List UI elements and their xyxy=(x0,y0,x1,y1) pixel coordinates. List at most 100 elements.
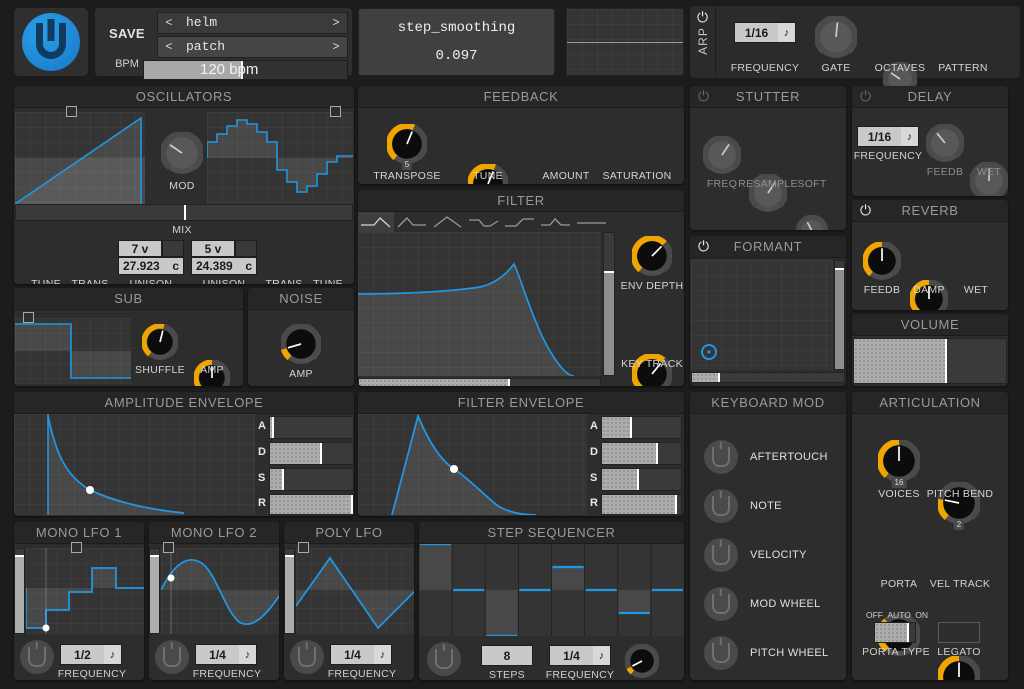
mono-lfo-1-frequency-box[interactable]: 1/2 ♪ xyxy=(60,644,122,665)
volume-slider[interactable] xyxy=(853,338,1007,384)
osc2-unison-toggle[interactable] xyxy=(235,240,257,257)
stutter-soft-knob[interactable] xyxy=(796,215,828,230)
mono-lfo-1-waveform[interactable] xyxy=(26,548,144,634)
osc1-unison-detune[interactable]: 27.923 c xyxy=(118,257,184,275)
mono-lfo-1-note-icon[interactable]: ♪ xyxy=(104,645,121,664)
filter-env-decay-slider[interactable] xyxy=(601,442,682,465)
filter-env-release-slider[interactable] xyxy=(601,494,682,515)
sub-shuffle-knob[interactable] xyxy=(142,324,178,360)
formant-horizontal-slider[interactable] xyxy=(691,372,845,383)
keyboard-mod-mod-wheel[interactable]: MOD WHEEL xyxy=(704,587,821,621)
step-sequencer-grid[interactable] xyxy=(419,544,684,636)
step-sequencer-note-icon[interactable]: ♪ xyxy=(593,646,610,665)
filter-type-bandpass-icon[interactable] xyxy=(430,212,466,232)
osc1-unison-toggle[interactable] xyxy=(162,240,184,257)
step-sequencer-smoothing-knob[interactable] xyxy=(625,644,659,678)
mono-lfo-2-frequency-box[interactable]: 1/4 ♪ xyxy=(195,644,257,665)
reverb-feedback-knob[interactable] xyxy=(863,242,901,280)
filter-type-band-shelf-icon[interactable] xyxy=(538,212,574,232)
keyboard-mod-pitch-wheel[interactable]: PITCH WHEEL xyxy=(704,636,828,670)
filter-envelope-graph[interactable] xyxy=(358,414,587,515)
stutter-freq-knob[interactable] xyxy=(703,136,741,174)
aftertouch-mod-source-icon[interactable] xyxy=(704,440,738,474)
patch-next-button[interactable]: > xyxy=(325,37,347,57)
stutter-power-icon[interactable]: ⏻ xyxy=(696,89,711,104)
mono-lfo-2-mod-source[interactable] xyxy=(155,640,189,674)
poly-lfo-amp-slider[interactable] xyxy=(284,548,295,634)
save-button[interactable]: SAVE xyxy=(101,24,153,44)
legato-toggle[interactable] xyxy=(938,622,980,643)
keyboard-mod-aftertouch[interactable]: AFTERTOUCH xyxy=(704,440,828,474)
amp-env-decay-slider[interactable] xyxy=(269,442,354,465)
filter-type-lowpass-12db-icon[interactable] xyxy=(358,212,394,232)
filter-cutoff-slider[interactable] xyxy=(358,378,601,386)
poly-lfo-frequency-box[interactable]: 1/4 ♪ xyxy=(330,644,392,665)
arp-gate-knob[interactable] xyxy=(815,16,857,58)
note-mod-source-icon[interactable] xyxy=(704,489,738,523)
amplitude-envelope-graph[interactable] xyxy=(14,414,255,515)
amp-env-sustain-slider[interactable] xyxy=(269,468,354,491)
mono-lfo-1-amp-slider[interactable] xyxy=(14,548,25,634)
step-sequencer-frequency-box[interactable]: 1/4 ♪ xyxy=(549,645,611,666)
osc1-waveform[interactable] xyxy=(15,112,145,204)
mod-wheel-mod-source-icon[interactable] xyxy=(704,587,738,621)
filter-type-highpass-icon[interactable] xyxy=(394,212,430,232)
filter-type-low-shelf-icon[interactable] xyxy=(466,212,502,232)
filter-env-depth-knob[interactable] xyxy=(632,236,672,276)
mono-lfo-2-note-icon[interactable]: ♪ xyxy=(239,645,256,664)
patch-prev-button[interactable]: < xyxy=(158,37,180,57)
arp-frequency-box[interactable]: 1/16 ♪ xyxy=(734,22,796,43)
amp-env-release-slider[interactable] xyxy=(269,494,354,515)
osc-mix-slider[interactable] xyxy=(15,204,353,221)
folder-next-button[interactable]: > xyxy=(325,13,347,33)
poly-lfo-sync-checkbox[interactable] xyxy=(298,542,309,553)
folder-name[interactable]: helm xyxy=(180,13,325,33)
osc-mod-knob[interactable] xyxy=(161,132,203,174)
mono-lfo-2-waveform[interactable] xyxy=(161,548,279,634)
noise-amp-knob[interactable] xyxy=(281,324,321,364)
delay-note-icon[interactable]: ♪ xyxy=(901,127,918,146)
poly-lfo-mod-source[interactable] xyxy=(290,640,324,674)
keyboard-mod-note[interactable]: NOTE xyxy=(704,489,782,523)
sub-waveform[interactable] xyxy=(15,318,131,384)
vel-track-knob[interactable] xyxy=(938,656,980,680)
osc2-unison-detune[interactable]: 24.389 c xyxy=(191,257,257,275)
velocity-mod-source-icon[interactable] xyxy=(704,538,738,572)
filter-type-selector[interactable] xyxy=(358,212,610,232)
osc1-unison-voices[interactable]: 7 v xyxy=(118,240,162,257)
voices-knob[interactable]: 16 xyxy=(878,440,920,482)
osc2-unison-voices[interactable]: 5 v xyxy=(191,240,235,257)
arp-note-icon[interactable]: ♪ xyxy=(778,23,795,42)
formant-xy-pad[interactable] xyxy=(691,260,833,370)
osc2-waveform[interactable] xyxy=(207,112,353,204)
delay-frequency-box[interactable]: 1/16 ♪ xyxy=(857,126,919,147)
delay-power-icon[interactable]: ⏻ xyxy=(858,89,873,104)
keyboard-mod-velocity[interactable]: VELOCITY xyxy=(704,538,807,572)
reverb-power-icon[interactable]: ⏻ xyxy=(858,203,873,218)
filter-type-allpass-icon[interactable] xyxy=(574,212,610,232)
sub-enable-checkbox[interactable] xyxy=(23,312,34,323)
poly-lfo-note-icon[interactable]: ♪ xyxy=(374,645,391,664)
mono-lfo-1-sync-checkbox[interactable] xyxy=(71,542,82,553)
folder-prev-button[interactable]: < xyxy=(158,13,180,33)
filter-type-high-shelf-icon[interactable] xyxy=(502,212,538,232)
mono-lfo-2-sync-checkbox[interactable] xyxy=(163,542,174,553)
formant-vertical-slider[interactable] xyxy=(834,260,845,370)
patch-name[interactable]: patch xyxy=(180,37,325,57)
step-sequencer-steps-value[interactable]: 8 xyxy=(481,645,533,666)
pitch-wheel-mod-source-icon[interactable] xyxy=(704,636,738,670)
feedback-transpose-knob[interactable]: 5 xyxy=(387,124,427,164)
filter-response-graph[interactable] xyxy=(358,232,601,376)
amp-env-attack-slider[interactable] xyxy=(269,416,354,439)
filter-env-attack-slider[interactable] xyxy=(601,416,682,439)
mono-lfo-1-mod-source[interactable] xyxy=(20,640,54,674)
osc1-enable-checkbox[interactable] xyxy=(66,106,77,117)
mono-lfo-2-amp-slider[interactable] xyxy=(149,548,160,634)
poly-lfo-waveform[interactable] xyxy=(296,548,414,634)
delay-feedback-knob[interactable] xyxy=(926,124,964,162)
osc2-enable-checkbox[interactable] xyxy=(330,106,341,117)
filter-env-sustain-slider[interactable] xyxy=(601,468,682,491)
formant-power-icon[interactable]: ⏻ xyxy=(696,239,711,254)
porta-type-slider[interactable] xyxy=(874,622,916,643)
step-sequencer-mod-source[interactable] xyxy=(427,642,461,676)
